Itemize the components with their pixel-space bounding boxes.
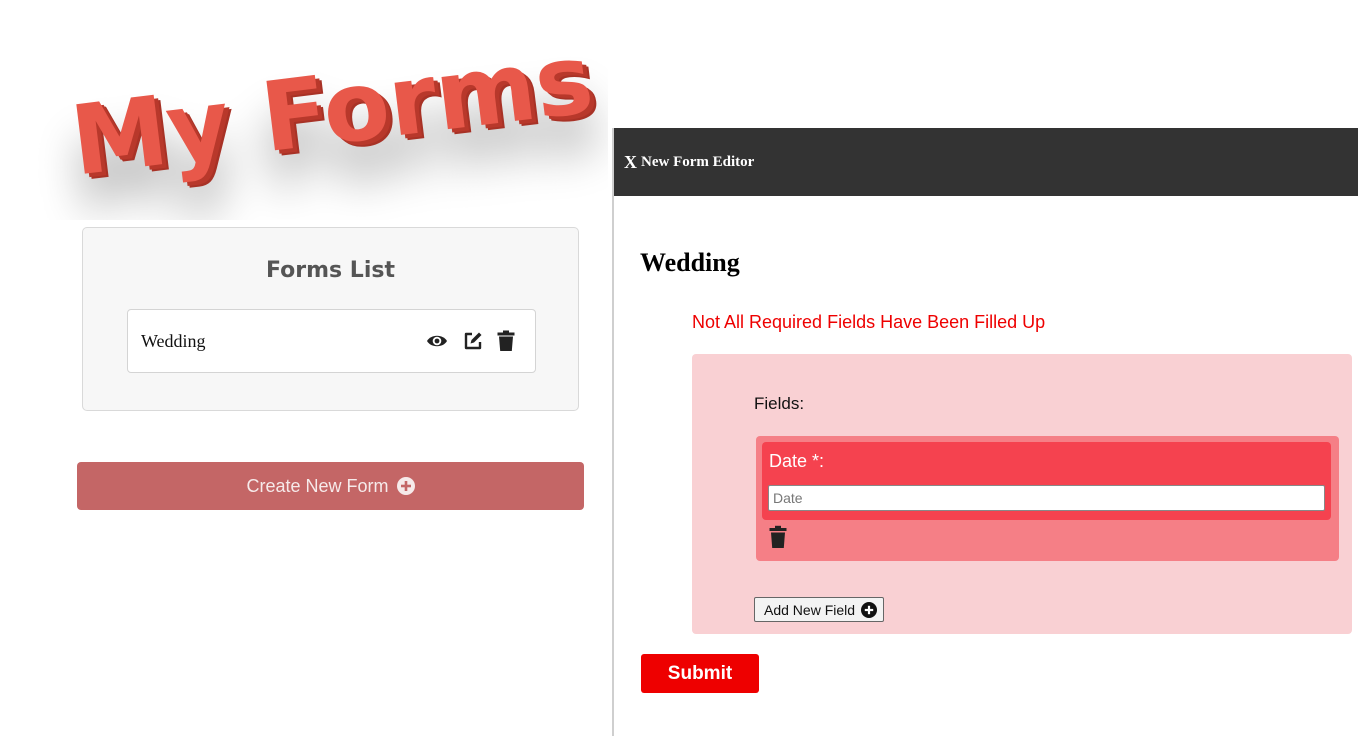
create-new-form-label: Create New Form [246, 475, 389, 496]
form-name-heading: Wedding [640, 248, 740, 277]
form-list-item-name: Wedding [141, 331, 206, 351]
validation-error-message: Not All Required Fields Have Been Filled… [692, 312, 1046, 332]
plus-circle-icon [861, 601, 878, 618]
submit-button[interactable]: Submit [641, 654, 759, 693]
close-editor-button[interactable]: X [624, 152, 637, 173]
form-editor-panel: X New Form Editor Wedding Not All Requir… [612, 128, 1358, 736]
fields-label: Fields: [754, 394, 805, 413]
forms-list-card: Forms List Wedding [82, 227, 579, 411]
add-new-field-button[interactable]: Add New Field [754, 597, 885, 622]
field-card: Date *: [756, 436, 1339, 561]
eye-icon[interactable] [426, 330, 448, 352]
app-logo: My Forms My Forms My Forms My Forms [65, 23, 605, 220]
delete-field-trash-icon[interactable] [769, 525, 787, 549]
trash-icon[interactable] [496, 330, 518, 352]
forms-list-title: Forms List [266, 258, 395, 283]
add-new-field-label: Add New Field [764, 601, 856, 618]
editor-header: X New Form Editor [614, 128, 1358, 196]
form-list-item: Wedding [127, 309, 536, 373]
field-label: Date *: [769, 451, 825, 471]
plus-circle-icon [396, 477, 415, 495]
fields-container: Fields: Date *: Add New Field [692, 354, 1352, 634]
create-new-form-button[interactable]: Create New Form [77, 462, 584, 510]
edit-icon[interactable] [462, 330, 484, 352]
date-field-input[interactable] [768, 485, 1325, 511]
field-card-inner: Date *: [762, 442, 1331, 520]
editor-title: New Form Editor [641, 153, 755, 170]
